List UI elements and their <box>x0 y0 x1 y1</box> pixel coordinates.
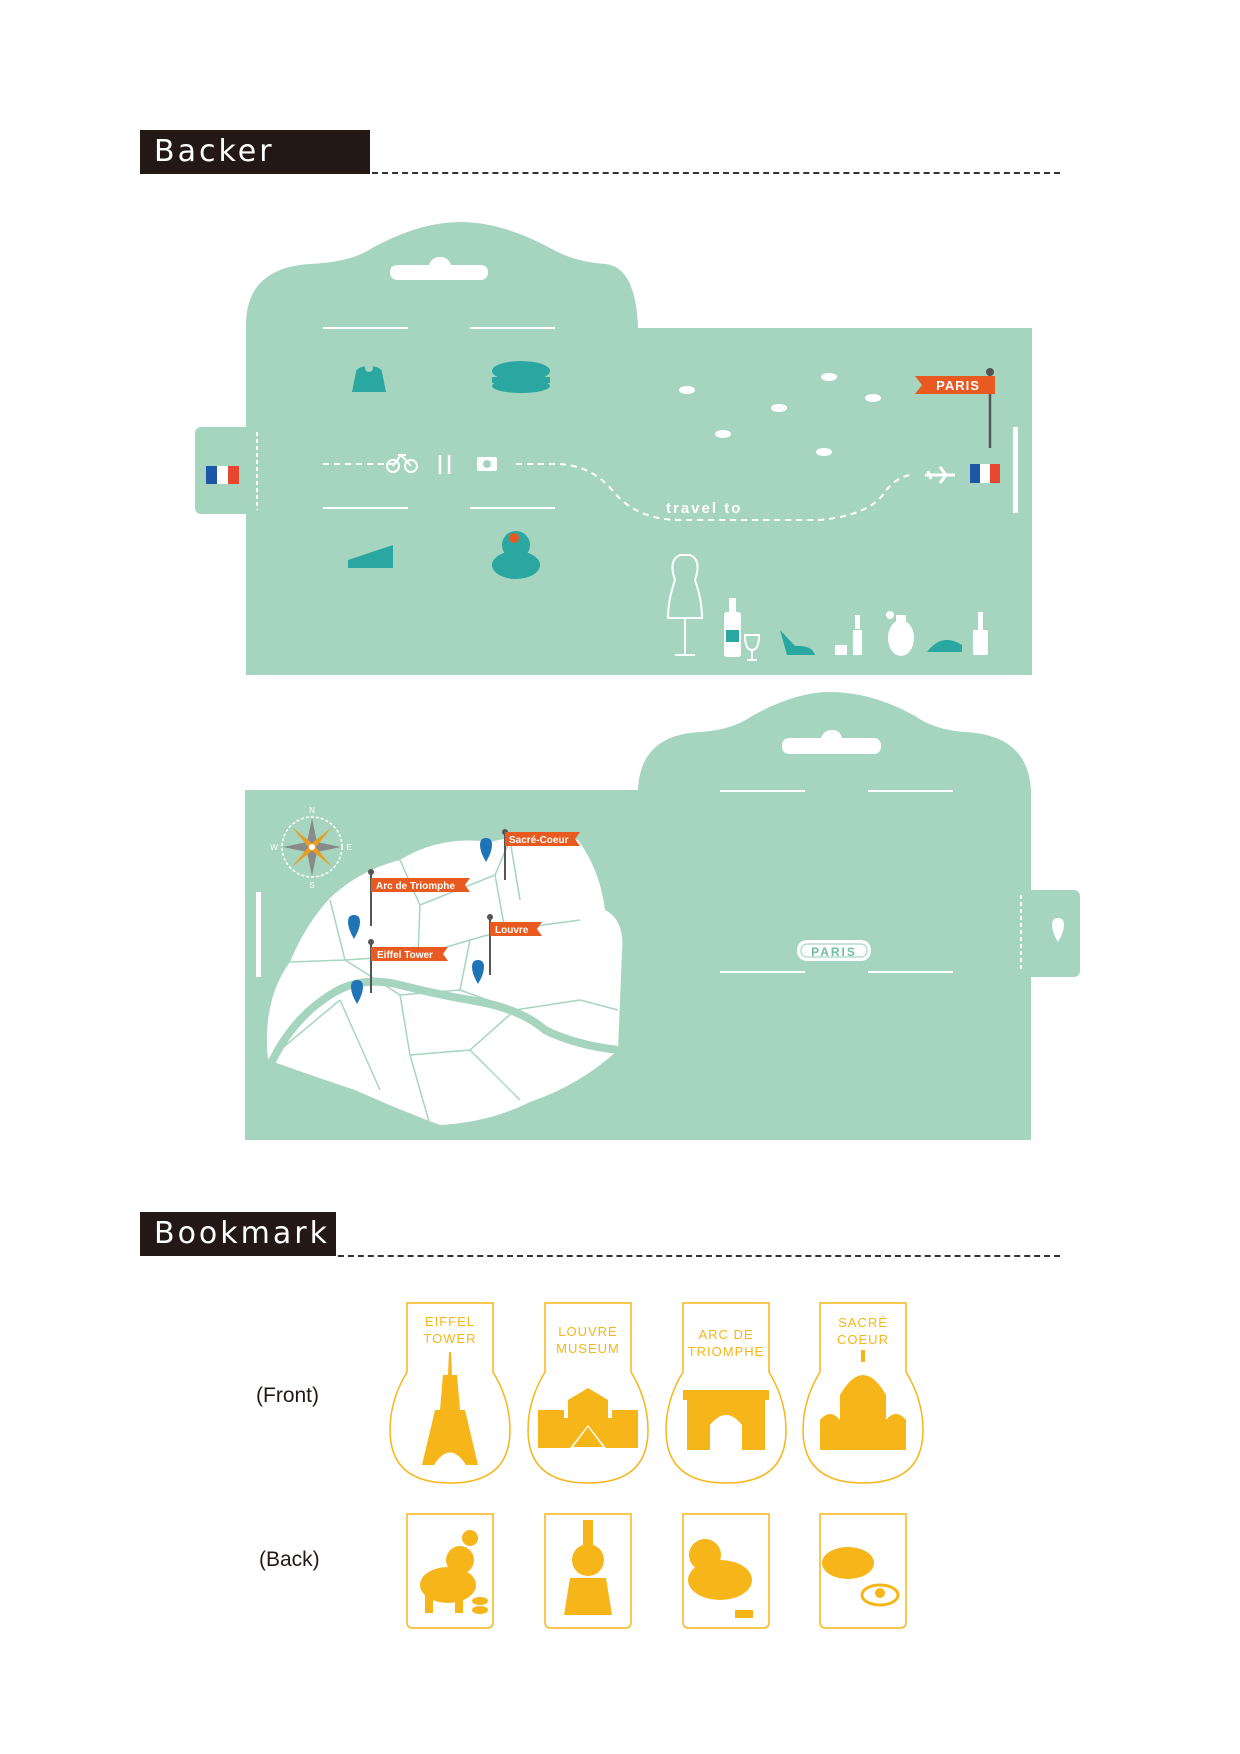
svg-text:TRIOMPHE: TRIOMPHE <box>688 1344 765 1359</box>
city-badge: PARIS <box>811 945 857 959</box>
section-divider <box>338 1255 1060 1257</box>
bulldog-sitting-icon <box>564 1520 612 1615</box>
section-title-bookmark: Bookmark <box>140 1212 336 1256</box>
bulldog-plate-icon <box>822 1547 900 1607</box>
svg-text:W: W <box>270 843 278 852</box>
svg-text:E: E <box>346 843 351 852</box>
side-tab <box>1018 890 1080 977</box>
svg-text:Eiffel Tower: Eiffel Tower <box>377 950 433 961</box>
french-flag-icon <box>206 466 239 484</box>
svg-text:Sacré-Coeur: Sacré-Coeur <box>509 835 569 846</box>
svg-text:COEUR: COEUR <box>837 1332 889 1347</box>
svg-text:Arc de Triomphe: Arc de Triomphe <box>376 881 455 892</box>
eiffel-tower-icon <box>422 1352 478 1465</box>
sacre-coeur-icon <box>820 1350 906 1450</box>
svg-text:Louvre: Louvre <box>495 925 529 936</box>
backer-card-front: travel to PARIS <box>195 222 1032 675</box>
svg-text:S: S <box>309 881 314 890</box>
backer-card-back: PARIS N S E W Sacré-Coeur Arc de Triomph… <box>245 692 1080 1140</box>
bulldog-macarons-icon <box>420 1530 488 1614</box>
arc-de-triomphe-icon <box>683 1390 769 1450</box>
svg-text:SACRÉ: SACRÉ <box>838 1315 888 1330</box>
louvre-icon <box>538 1388 638 1448</box>
svg-text:EIFFEL: EIFFEL <box>425 1314 475 1329</box>
bookmark-set: EIFFELTOWER LOUVREMUSEUM ARC DETRIOMPHE … <box>389 1302 924 1629</box>
svg-text:LOUVRE: LOUVRE <box>558 1324 617 1339</box>
paris-flag-label: PARIS <box>936 378 980 393</box>
card-body <box>246 222 1032 675</box>
svg-text:TOWER: TOWER <box>423 1331 476 1346</box>
french-flag-icon <box>970 464 1000 483</box>
svg-text:N: N <box>309 806 315 815</box>
camera-icon <box>477 457 497 471</box>
bulldog-lying-icon <box>688 1539 753 1618</box>
route-label: travel to <box>666 500 742 517</box>
svg-text:ARC DE: ARC DE <box>698 1327 753 1342</box>
svg-text:MUSEUM: MUSEUM <box>556 1341 620 1356</box>
macaron-icon <box>492 361 550 393</box>
